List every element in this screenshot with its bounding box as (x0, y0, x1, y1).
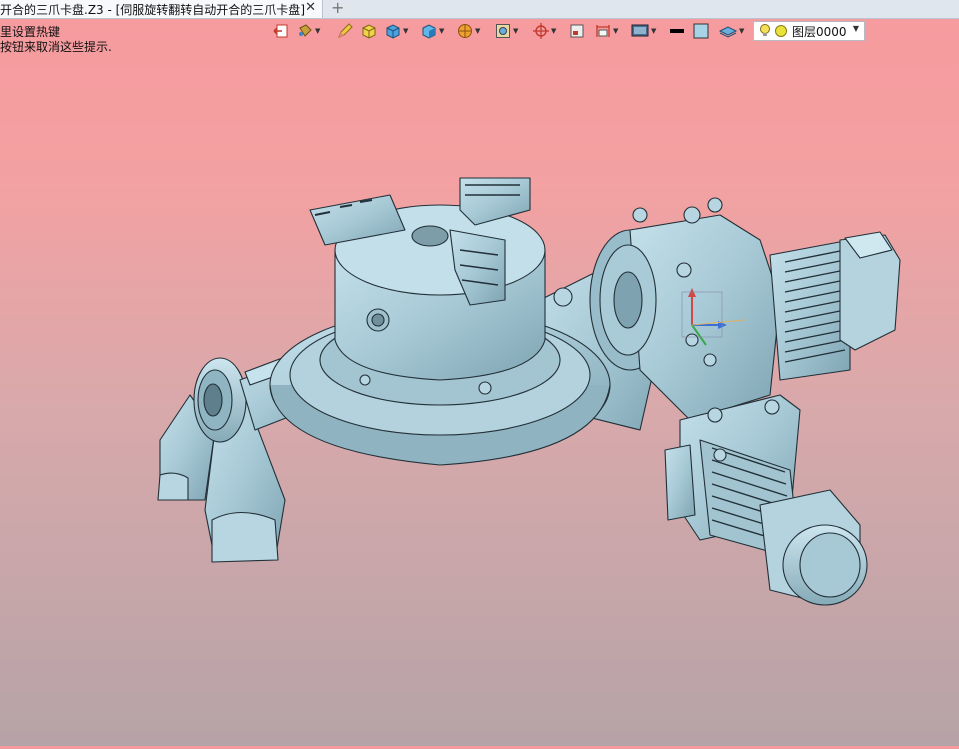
exit-icon[interactable] (272, 21, 290, 41)
sphere-orange-icon[interactable]: ▼ (456, 21, 480, 41)
frame-icon[interactable]: ▼ (494, 21, 518, 41)
chuck-assembly-model (157, 177, 901, 606)
document-tab[interactable]: 开合的三爪卡盘.Z3 - [伺服旋转翻转自动开合的三爪卡盘] ✕ (0, 0, 323, 18)
dimension-icon[interactable]: ▼ (594, 21, 618, 41)
cube-dropdown-icon[interactable]: ▼ (420, 21, 444, 41)
layer-select[interactable]: 图层0000 ▼ (753, 21, 865, 41)
document-tab-bar: 开合的三爪卡盘.Z3 - [伺服旋转翻转自动开合的三爪卡盘] ✕ + (0, 0, 959, 19)
square-icon[interactable] (568, 21, 586, 41)
line-black-icon[interactable] (668, 21, 686, 41)
lightbulb-icon (760, 24, 770, 36)
color-square-icon[interactable] (692, 21, 710, 41)
close-icon[interactable]: ✕ (305, 0, 316, 15)
3d-viewport[interactable] (0, 50, 959, 746)
add-tab-icon[interactable]: + (331, 0, 344, 17)
layer-select-value: 图层0000 (792, 24, 847, 39)
pencil-icon[interactable] (336, 21, 354, 41)
layer-color-icon (775, 25, 787, 37)
box-yellow-icon[interactable] (360, 21, 378, 41)
box-blue-icon[interactable]: ▼ (384, 21, 408, 41)
monitor-icon[interactable]: ▼ (630, 21, 656, 41)
layer-stack-icon[interactable]: ▼ (718, 21, 744, 41)
bucket-icon[interactable]: ▼ (296, 21, 320, 41)
document-tab-title: 开合的三爪卡盘.Z3 - [伺服旋转翻转自动开合的三爪卡盘] (0, 2, 305, 17)
chevron-down-icon: ▼ (852, 24, 859, 33)
target-icon[interactable]: ▼ (532, 21, 556, 41)
